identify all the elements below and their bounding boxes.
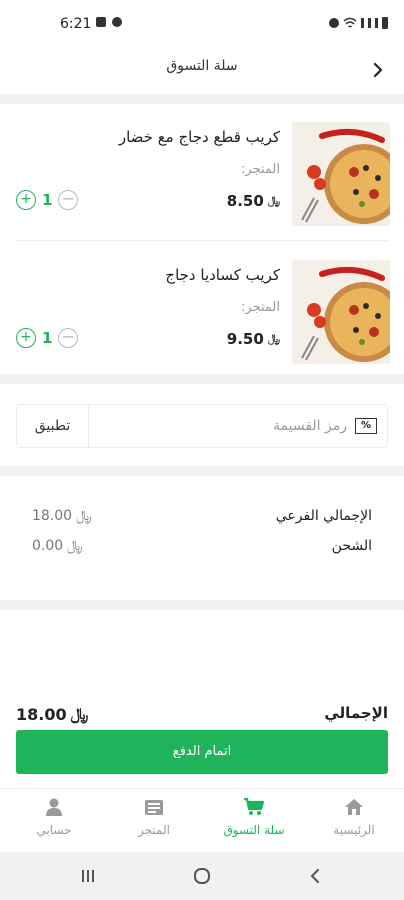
shipping-label: الشحن [331,538,372,554]
status-bar: 6:21 [0,0,404,48]
percent-icon: % [355,418,377,434]
quantity-stepper: + 1 − [16,328,79,348]
cart-item[interactable]: كريب كساديا دجاج المتجر: 9.50 ﷼ + 1 − [0,242,404,374]
recent-apps-icon[interactable] [78,866,98,886]
shipping-amount: 0.00 [32,538,64,554]
currency-symbol: ﷼ [267,332,280,345]
system-navigation-bar [0,852,404,900]
signal-bars-icon-2 [368,18,371,28]
nav-item-store[interactable]: المتجر [104,797,204,849]
increase-quantity-button[interactable]: + [16,328,36,348]
order-summary: الإجمالي الفرعي 18.00 ﷼ الشحن 0.00 ﷼ [0,476,404,600]
signal-bars-icon [361,18,364,28]
nav-label: حسابي [36,823,72,837]
decrease-quantity-button[interactable]: − [58,328,79,348]
total-amount: 18.00 [16,704,67,724]
nav-label: سلة التسوق [223,823,285,837]
subtotal-amount: 18.00 [32,508,73,524]
total-value: 18.00 ﷼ [16,704,88,724]
currency-symbol: ﷼ [267,194,280,207]
shipping-value: 0.00 ﷼ [32,538,83,554]
quantity-value: 1 [42,329,53,347]
status-system-icons [329,17,388,29]
store-label: المتجر: [241,300,280,315]
store-label: المتجر: [241,162,280,177]
bottom-navigation: الرئيسية سلة التسوق المتجر حسابي [0,788,404,852]
currency-symbol: ﷼ [67,538,83,554]
nav-item-home[interactable]: الرئيسية [304,797,404,849]
checkout-button[interactable]: اتمام الدفع [16,730,388,774]
subtotal-label: الإجمالي الفرعي [275,508,372,524]
home-icon [345,799,363,815]
currency-symbol: ﷼ [70,704,89,723]
apply-coupon-button[interactable]: تطبيق [17,405,89,447]
checkout-panel: الإجمالي 18.00 ﷼ اتمام الدفع [0,610,404,788]
price-value: 8.50 [226,192,264,210]
cart-item[interactable]: كريب قطع دجاج مع خضار المتجر: 8.50 ﷼ + 1… [0,104,404,236]
price-value: 9.50 [226,330,264,348]
coupon-field: تطبيق % [16,404,388,448]
currency-symbol: ﷼ [76,508,92,524]
page-title: سلة التسوق [166,58,238,74]
home-button-icon[interactable] [192,866,212,886]
back-chevron-icon[interactable] [368,60,388,80]
signal-bars-icon-3 [375,18,378,28]
product-name: كريب قطع دجاج مع خضار [118,128,280,146]
wifi-icon [343,17,357,28]
moon-icon [112,17,122,27]
product-image [292,260,390,364]
total-label: الإجمالي [324,704,388,722]
store-icon [145,800,163,815]
image-notification-icon [96,17,106,27]
quantity-stepper: + 1 − [16,190,79,210]
product-price: 8.50 ﷼ [227,192,280,210]
coupon-section: تطبيق % [0,384,404,466]
nav-item-cart[interactable]: سلة التسوق [204,797,304,849]
quantity-value: 1 [42,191,53,209]
increase-quantity-button[interactable]: + [16,190,36,210]
alarm-icon [329,18,339,28]
shipping-row: الشحن 0.00 ﷼ [16,538,388,562]
nav-item-account[interactable]: حسابي [4,797,104,849]
user-icon [46,798,62,816]
app-header: سلة التسوق [0,48,404,94]
back-button-icon[interactable] [306,866,326,886]
cart-icon [244,797,265,815]
cart-items-list: كريب قطع دجاج مع خضار المتجر: 8.50 ﷼ + 1… [0,104,404,374]
status-time: 6:21 [60,16,92,32]
product-price: 9.50 ﷼ [227,330,280,348]
subtotal-row: الإجمالي الفرعي 18.00 ﷼ [16,508,388,532]
nav-label: الرئيسية [333,823,375,837]
divider [16,240,388,241]
coupon-input[interactable] [97,405,347,447]
decrease-quantity-button[interactable]: − [58,190,79,210]
product-image [292,122,390,226]
battery-icon [382,17,388,29]
product-name: كريب كساديا دجاج [165,266,280,284]
subtotal-value: 18.00 ﷼ [32,508,92,524]
status-notification-icons [96,17,122,27]
nav-label: المتجر [138,823,170,837]
